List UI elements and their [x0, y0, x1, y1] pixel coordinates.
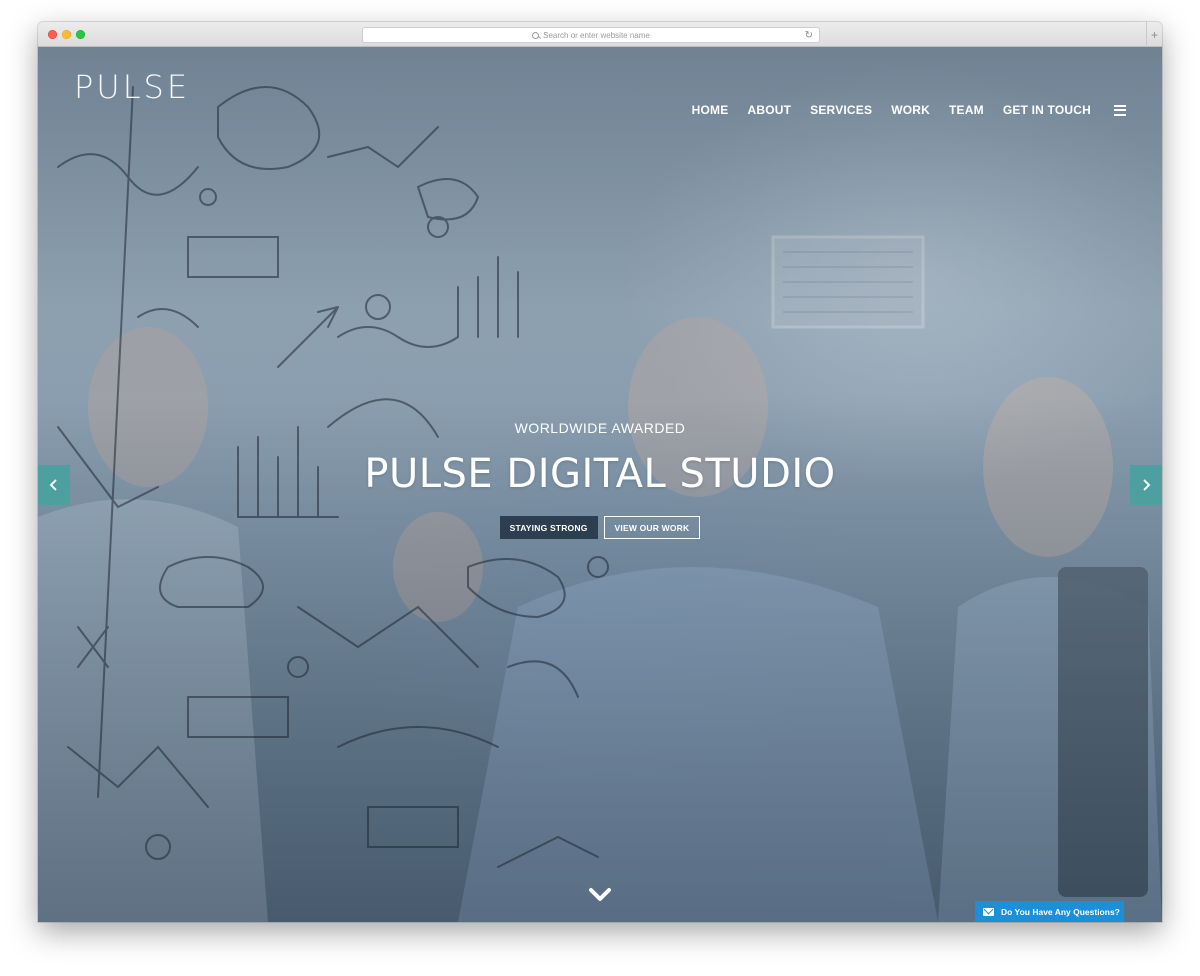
hero-eyebrow: WORLDWIDE AWARDED	[514, 420, 686, 436]
envelope-icon	[983, 907, 994, 916]
nav-item-team[interactable]: TEAM	[949, 103, 984, 117]
scroll-down-chevron-icon[interactable]	[588, 885, 612, 905]
questions-chat-tab[interactable]: Do You Have Any Questions?	[975, 901, 1124, 922]
nav-item-home[interactable]: HOME	[692, 103, 729, 117]
hero-section: PULSE HOME ABOUT SERVICES WORK TEAM GET …	[38, 47, 1162, 922]
browser-window: Search or enter website name ↻ + PULSE H…	[38, 22, 1162, 922]
address-bar[interactable]: Search or enter website name ↻	[362, 27, 820, 43]
nav-item-work[interactable]: WORK	[891, 103, 930, 117]
view-our-work-button[interactable]: VIEW OUR WORK	[603, 516, 701, 539]
hero-title: PULSE DIGITAL STUDIO	[364, 451, 836, 497]
chat-tab-label: Do You Have Any Questions?	[1001, 906, 1120, 917]
nav-item-about[interactable]: ABOUT	[747, 103, 791, 117]
slider-next-button[interactable]	[1130, 465, 1162, 505]
chevron-left-icon	[49, 479, 57, 491]
close-window-button[interactable]	[48, 30, 57, 39]
search-icon	[532, 31, 540, 39]
hamburger-menu-icon[interactable]	[1114, 104, 1126, 116]
minimize-window-button[interactable]	[62, 30, 71, 39]
browser-toolbar: Search or enter website name ↻ +	[38, 22, 1162, 47]
nav-item-get-in-touch[interactable]: GET IN TOUCH	[1003, 103, 1091, 117]
hero-buttons: STAYING STRONG VIEW OUR WORK	[38, 516, 1162, 539]
site-logo[interactable]: PULSE	[74, 69, 190, 105]
slider-prev-button[interactable]	[38, 465, 70, 505]
chevron-right-icon	[1143, 479, 1151, 491]
main-navigation: HOME ABOUT SERVICES WORK TEAM GET IN TOU…	[692, 103, 1126, 117]
reload-icon[interactable]: ↻	[805, 30, 813, 42]
nav-item-services[interactable]: SERVICES	[810, 103, 872, 117]
staying-strong-button[interactable]: STAYING STRONG	[499, 516, 598, 539]
zoom-window-button[interactable]	[76, 30, 85, 39]
new-tab-button[interactable]: +	[1146, 22, 1162, 47]
address-bar-placeholder: Search or enter website name	[543, 30, 650, 40]
